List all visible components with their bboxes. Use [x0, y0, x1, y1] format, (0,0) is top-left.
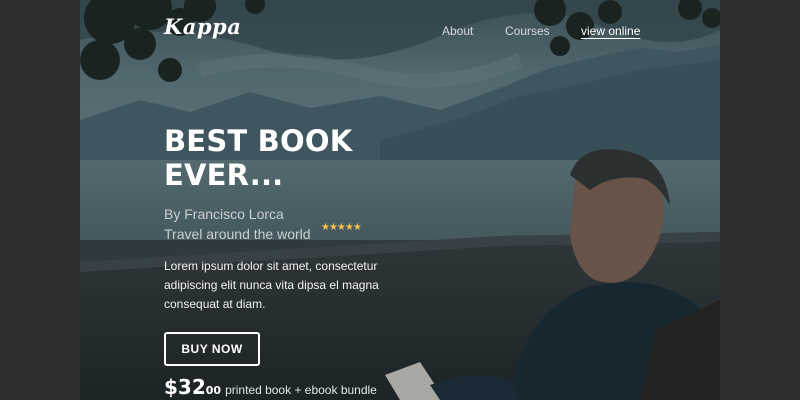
- price-cents: 00: [205, 384, 222, 397]
- view-online-link[interactable]: view online: [581, 24, 640, 38]
- price-main: $32: [164, 375, 206, 399]
- hero-title-line-1: BEST BOOK: [164, 124, 353, 158]
- book-author: By Francisco Lorca: [164, 206, 284, 222]
- price-note: printed book + ebook bundle: [225, 383, 377, 397]
- buy-now-button[interactable]: BUY NOW: [164, 332, 260, 366]
- nav-courses-link[interactable]: Courses: [505, 24, 550, 38]
- book-subtitle: Travel around the world: [164, 226, 311, 242]
- price-line: $3200 printed book + ebook bundle: [164, 375, 377, 399]
- rating-stars-icon: ★★★★★: [321, 222, 362, 233]
- hero-title-line-2: EVER...: [164, 158, 284, 192]
- nav-about-link[interactable]: About: [442, 24, 473, 38]
- book-description: Lorem ipsum dolor sit amet, consectetur …: [164, 259, 379, 311]
- hero-title: BEST BOOK EVER...: [164, 124, 424, 192]
- email-hero-frame: Kappa About Courses view online BEST BOO…: [80, 0, 720, 400]
- top-nav: About Courses view online: [80, 24, 720, 42]
